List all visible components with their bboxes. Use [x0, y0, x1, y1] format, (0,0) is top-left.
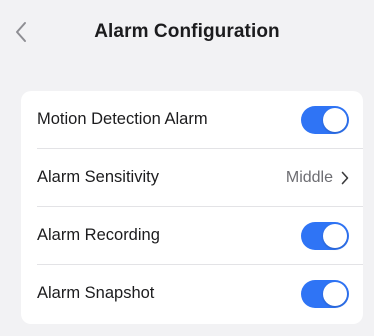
toggle-knob [323, 281, 347, 306]
nav-bar: Alarm Configuration [0, 0, 374, 66]
alarm-settings-card: Motion Detection Alarm Alarm Sensitivity… [21, 91, 363, 324]
alarm-snapshot-row: Alarm Snapshot [21, 265, 363, 322]
alarm-recording-label: Alarm Recording [37, 226, 160, 244]
motion-detection-toggle[interactable] [301, 105, 349, 134]
alarm-recording-row: Alarm Recording [21, 207, 363, 264]
toggle-knob [323, 107, 347, 132]
chevron-right-icon [341, 171, 349, 184]
alarm-sensitivity-value-wrap: Middle [286, 169, 349, 187]
toggle-knob [323, 223, 347, 248]
motion-detection-row: Motion Detection Alarm [21, 91, 363, 148]
alarm-sensitivity-value: Middle [285, 168, 333, 186]
page-title: Alarm Configuration [94, 21, 280, 42]
motion-detection-label: Motion Detection Alarm [37, 110, 208, 128]
alarm-recording-toggle[interactable] [301, 221, 349, 250]
alarm-snapshot-toggle[interactable] [301, 279, 349, 308]
alarm-sensitivity-row[interactable]: Alarm Sensitivity Middle [21, 149, 363, 206]
alarm-snapshot-label: Alarm Snapshot [37, 284, 155, 302]
alarm-sensitivity-label: Alarm Sensitivity [37, 168, 159, 186]
